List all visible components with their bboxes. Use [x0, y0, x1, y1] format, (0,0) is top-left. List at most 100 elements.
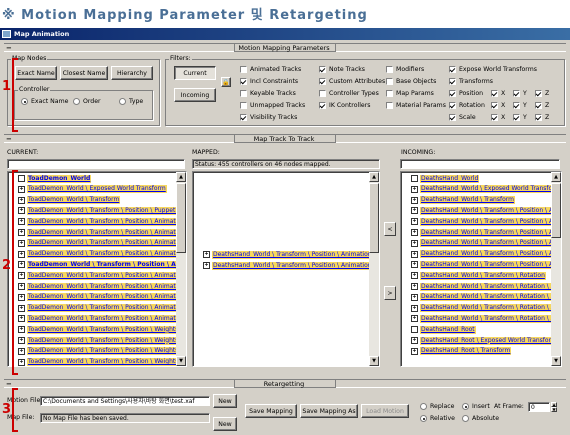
incoming-track-row[interactable]: + DeathsHand_World \ Transform \ Rotation…	[411, 293, 561, 302]
incoming-track-row[interactable]: + DeathsHand_World \ Transform \ Position…	[411, 239, 561, 248]
incoming-track-row[interactable]: + DeathsHand_World \ Exposed World Transf…	[411, 185, 561, 194]
current-track-row[interactable]: + ToadDemon_World \ Transform \ Position …	[18, 336, 180, 345]
filter-incoming-button[interactable]: Incoming	[174, 88, 216, 102]
filter-modifiers-checkbox[interactable]: Modifiers	[386, 65, 424, 74]
motion-mapping-rollout[interactable]: − Motion Mapping Parameters	[4, 43, 566, 52]
filter-rotation-z-checkbox[interactable]: Z	[535, 101, 549, 110]
replace-radio[interactable]: Replace	[420, 402, 454, 411]
scroll-down-icon[interactable]: ▼	[551, 356, 561, 366]
incoming-track-row[interactable]: + DeathsHand_Root \ Exposed World Transfo…	[411, 336, 558, 345]
filter-animated-tracks-checkbox[interactable]: Animated Tracks	[240, 65, 301, 74]
incoming-track-row[interactable]: + DeathsHand_World \ Transform \ Position…	[411, 228, 561, 237]
collapse-icon[interactable]: −	[6, 135, 12, 143]
filter-controller-types-checkbox[interactable]: Controller Types	[319, 89, 379, 98]
filter-custom-attributes-checkbox[interactable]: Custom Attributes	[319, 77, 385, 86]
current-track-row[interactable]: + ToadDemon_World \ Transform \ Position …	[18, 358, 180, 366]
filter-unmapped-tracks-checkbox[interactable]: Unmapped Tracks	[240, 101, 305, 110]
incoming-track-row[interactable]: + DeathsHand_World \ Transform \ Rotation…	[411, 282, 561, 291]
filter-position-checkbox[interactable]: Position	[449, 89, 483, 98]
at-frame-field[interactable]: 0	[528, 402, 550, 412]
filter-note-tracks-checkbox[interactable]: Note Tracks	[319, 65, 365, 74]
current-track-row[interactable]: + ToadDemon_World \ Transform \ Position …	[18, 293, 186, 302]
filter-scale-x-checkbox[interactable]: X	[491, 113, 505, 122]
current-track-row[interactable]: + ToadDemon_World \ Transform \ Position …	[18, 325, 180, 334]
filter-rotation-y-checkbox[interactable]: Y	[513, 101, 527, 110]
incoming-track-row[interactable]: + DeathsHand_Root \ Transform	[411, 347, 512, 356]
incoming-track-row[interactable]: DeathsHand_Root	[411, 325, 476, 334]
filter-scale-checkbox[interactable]: Scale	[449, 113, 476, 122]
current-track-row[interactable]: + ToadDemon_World \ Transform	[18, 196, 121, 205]
motion-file-field[interactable]: C:\Documents and Settings\사용자\바탕 화면\test…	[40, 396, 210, 406]
current-track-row[interactable]: + ToadDemon_World \ Transform \ Position …	[18, 206, 186, 215]
filter-map-params-checkbox[interactable]: Map Params	[386, 89, 434, 98]
new-motion-file-button[interactable]: New	[213, 394, 237, 408]
incoming-track-row[interactable]: DeathsHand_World	[411, 174, 480, 183]
current-track-row[interactable]: + ToadDemon_World \ Transform \ Position …	[18, 282, 186, 291]
filter-expose-world-transforms-checkbox[interactable]: Expose World Transforms	[449, 65, 537, 74]
incoming-track-row[interactable]: + DeathsHand_World \ Transform \ Rotation…	[411, 314, 561, 323]
retargeting-rollout[interactable]: − Retargetting	[4, 379, 566, 388]
save-mapping-as-button[interactable]: Save Mapping As	[300, 404, 358, 418]
controller-type-radio[interactable]: Type	[119, 97, 143, 106]
controller-order-radio[interactable]: Order	[73, 97, 101, 106]
exact-name-button[interactable]: Exact Name	[15, 66, 57, 80]
incoming-track-row[interactable]: + DeathsHand_World \ Transform \ Position…	[411, 260, 561, 269]
filter-scale-y-checkbox[interactable]: Y	[513, 113, 527, 122]
incoming-filter-field[interactable]	[400, 159, 560, 169]
incoming-track-row[interactable]: + DeathsHand_World \ Transform \ Position…	[411, 250, 561, 259]
current-track-row[interactable]: + ToadDemon_World \ Transform \ Position …	[18, 304, 186, 313]
filter-current-button[interactable]: Current	[174, 66, 216, 80]
current-track-row[interactable]: + ToadDemon_World \ Transform \ Position …	[18, 271, 186, 280]
scroll-up-icon[interactable]: ▲	[551, 172, 561, 182]
current-track-row[interactable]: + ToadDemon_World \ Transform \ Position …	[18, 228, 186, 237]
mapped-track-row[interactable]: + DeathsHand_World \ Transform \ Position…	[203, 261, 377, 270]
incoming-track-row[interactable]: + DeathsHand_World \ Transform \ Position…	[411, 206, 561, 215]
current-track-row[interactable]: + ToadDemon_World \ Transform \ Position …	[18, 314, 186, 323]
collapse-icon[interactable]: −	[6, 380, 12, 388]
current-scrollbar[interactable]: ▲ ▼	[176, 172, 186, 366]
current-track-row[interactable]: + ToadDemon_World \ Transform \ Position …	[18, 239, 186, 248]
spinner-down-icon[interactable]: ▼	[551, 407, 557, 412]
filter-keyable-tracks-checkbox[interactable]: Keyable Tracks	[240, 89, 296, 98]
filter-position-y-checkbox[interactable]: Y	[513, 89, 527, 98]
mapped-track-list[interactable]: + DeathsHand_World \ Transform \ Position…	[192, 171, 380, 367]
scroll-up-icon[interactable]: ▲	[176, 172, 186, 182]
filter-ik-controllers-checkbox[interactable]: IK Controllers	[319, 101, 371, 110]
hierarchy-button[interactable]: Hierarchy	[111, 66, 153, 80]
load-motion-button[interactable]: Load Motion	[361, 404, 409, 418]
mapped-scrollbar[interactable]: ▲ ▼	[369, 172, 379, 366]
scroll-up-icon[interactable]: ▲	[369, 172, 379, 182]
current-track-row[interactable]: + ToadDemon_World \ Transform \ Position …	[18, 250, 186, 259]
current-track-row[interactable]: + ToadDemon_World \ Transform \ Position …	[18, 260, 186, 269]
current-filter-field[interactable]	[7, 159, 185, 169]
mapped-track-row[interactable]: + DeathsHand_World \ Transform \ Position…	[203, 250, 377, 259]
scroll-thumb[interactable]	[176, 183, 186, 253]
filter-scale-z-checkbox[interactable]: Z	[535, 113, 549, 122]
current-track-row[interactable]: ToadDemon_World	[18, 174, 92, 183]
filter-transforms-checkbox[interactable]: Transforms	[449, 77, 493, 86]
filter-rotation-checkbox[interactable]: Rotation	[449, 101, 485, 110]
map-track-rollout[interactable]: − Map Track To Track	[4, 134, 566, 143]
incoming-track-row[interactable]: + DeathsHand_World \ Transform	[411, 196, 515, 205]
new-map-file-button[interactable]: New	[213, 417, 237, 431]
closest-name-button[interactable]: Closest Name	[60, 66, 108, 80]
current-track-row[interactable]: + ToadDemon_World \ Transform \ Position …	[18, 217, 186, 226]
incoming-scrollbar[interactable]: ▲ ▼	[551, 172, 561, 366]
current-track-row[interactable]: + ToadDemon_World \ Exposed World Transfo…	[18, 185, 167, 194]
scroll-thumb[interactable]	[369, 183, 379, 253]
save-mapping-button[interactable]: Save Mapping	[245, 404, 297, 418]
map-left-arrow-button[interactable]: <	[384, 222, 396, 236]
filter-base-objects-checkbox[interactable]: Base Objects	[386, 77, 436, 86]
scroll-thumb[interactable]	[551, 183, 561, 238]
filter-rotation-x-checkbox[interactable]: X	[491, 101, 505, 110]
lock-icon[interactable]: 🔒	[221, 77, 231, 87]
map-right-arrow-button[interactable]: >	[384, 286, 396, 300]
filter-visibility-tracks-checkbox[interactable]: Visibility Tracks	[240, 113, 297, 122]
absolute-radio[interactable]: Absolute	[462, 414, 499, 423]
filter-position-x-checkbox[interactable]: X	[491, 89, 505, 98]
filter-incl-constraints-checkbox[interactable]: Incl Constraints	[240, 77, 298, 86]
insert-radio[interactable]: Insert	[462, 402, 490, 411]
incoming-track-list[interactable]: DeathsHand_World + DeathsHand_World \ Expo…	[400, 171, 562, 367]
scroll-down-icon[interactable]: ▼	[369, 356, 379, 366]
filter-position-z-checkbox[interactable]: Z	[535, 89, 549, 98]
